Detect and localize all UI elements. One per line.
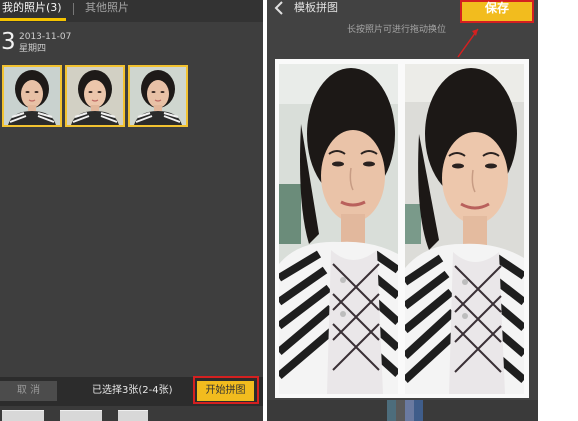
page-title: 模板拼图 [294, 1, 338, 14]
drag-hint-text: 长按照片可进行拖动换位 [347, 25, 447, 35]
portrait-image [130, 67, 186, 125]
portrait-image [4, 67, 60, 125]
collage-canvas [275, 59, 529, 398]
collage-slot[interactable] [405, 64, 524, 394]
tray-thumbnail[interactable] [118, 410, 148, 421]
template-bar [267, 400, 538, 421]
tray-thumbnail[interactable] [2, 410, 44, 421]
active-tab-indicator [0, 18, 66, 21]
portrait-image [67, 67, 123, 125]
tab-divider [73, 3, 74, 15]
group-day-number: 3 [1, 29, 16, 55]
photo-tabs: 我的照片(3) 其他照片 [0, 0, 263, 22]
mosaic-tile [396, 400, 405, 421]
tray-thumbnail[interactable] [60, 410, 102, 421]
selected-photo-tray [0, 406, 263, 421]
cancel-button[interactable]: 取 消 [0, 381, 57, 401]
save-button[interactable]: 保存 [460, 0, 534, 23]
photo-thumbnail[interactable] [65, 65, 125, 127]
mosaic-tile [387, 400, 396, 421]
portrait-image [405, 64, 524, 394]
tab-my-photos[interactable]: 我的照片(3) [2, 0, 62, 16]
chevron-left-icon[interactable] [273, 0, 287, 16]
photo-thumbnail[interactable] [2, 65, 62, 127]
template-collage-panel: 模板拼图 保存 长按照片可进行拖动换位 [267, 0, 538, 421]
portrait-image [279, 64, 398, 394]
mosaic-tile [405, 400, 414, 421]
highlight-box [193, 376, 259, 404]
photo-picker-panel: 我的照片(3) 其他照片 3 2013-11-07 星期四 取 消 已选择3张(… [0, 0, 263, 421]
tab-other-photos[interactable]: 其他照片 [85, 0, 129, 16]
group-weekday: 星期四 [19, 44, 47, 54]
selected-count-text: 已选择3张(2-4张) [92, 385, 173, 396]
mosaic-tile [414, 400, 423, 421]
photo-thumbnail[interactable] [128, 65, 188, 127]
group-date: 2013-11-07 [19, 32, 72, 42]
collage-slot[interactable] [279, 64, 398, 394]
